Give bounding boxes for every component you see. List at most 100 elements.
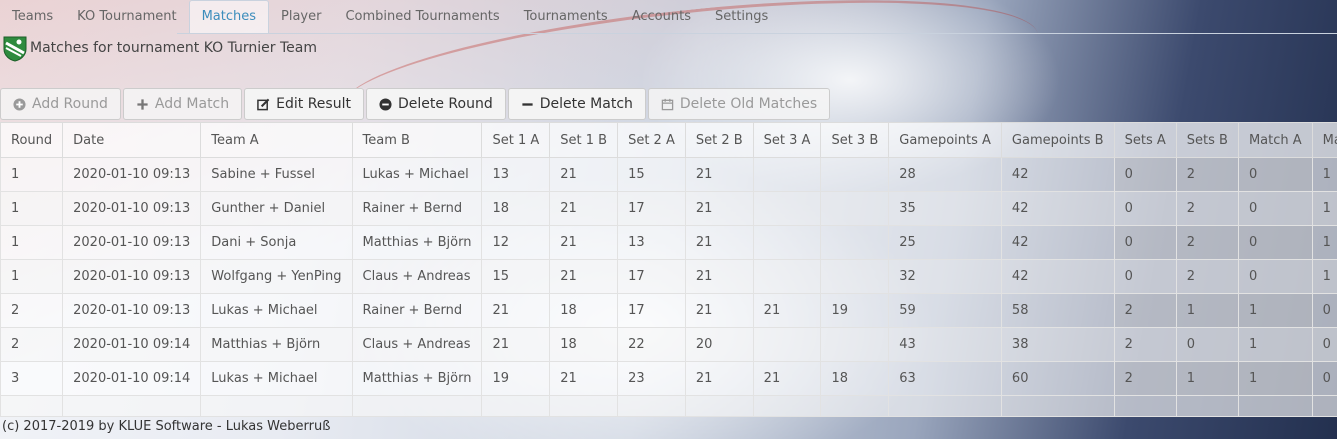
match-b-cell: 1 [1311, 157, 1337, 192]
round-cell: 1 [0, 191, 64, 226]
col-match-a[interactable]: Match A [1237, 122, 1313, 158]
match-a-cell: 1 [1237, 327, 1313, 362]
team-b-cell: Claus + Andreas [351, 259, 483, 294]
delete-old-matches-label: Delete Old Matches [679, 96, 818, 112]
delete-old-matches-button[interactable]: Delete Old Matches [647, 88, 831, 120]
table-header-row: Round Date Team A Team B Set 1 A Set 1 B… [0, 122, 1337, 158]
gamepoints-a-cell: 25 [888, 225, 1002, 260]
round-cell: 2 [0, 327, 64, 362]
table-row[interactable]: 1 2020-01-10 09:13 Dani + Sonja Matthias + … [0, 225, 1337, 260]
minus-circle-icon [379, 97, 392, 111]
col-sets-b[interactable]: Sets B [1175, 122, 1239, 158]
set2b-cell: 21 [684, 259, 754, 294]
table-row[interactable]: 1 2020-01-10 09:13 Gunther + Daniel Rainer … [0, 191, 1337, 226]
set2b-cell: 21 [684, 191, 754, 226]
gamepoints-a-cell: 43 [888, 327, 1002, 362]
gamepoints-a-cell: 63 [888, 361, 1002, 396]
table-row[interactable]: 1 2020-01-10 09:13 Sabine + Fussel Lukas + … [0, 157, 1337, 192]
table-row[interactable]: 2 2020-01-10 09:14 Matthias + Björn Claus +… [0, 327, 1337, 362]
delete-round-button[interactable]: Delete Round [365, 88, 506, 120]
set1b-cell: 21 [549, 191, 619, 226]
col-set3a[interactable]: Set 3 A [752, 122, 822, 158]
nav-settings[interactable]: Settings [703, 0, 780, 34]
delete-match-button[interactable]: Delete Match [507, 88, 646, 120]
match-b-cell: 1 [1311, 225, 1337, 260]
top-nav: Teams KO Tournament Matches Player Combi… [0, 0, 1337, 34]
set3a-cell [752, 191, 822, 226]
sets-a-cell: 2 [1113, 361, 1177, 396]
nav-accounts[interactable]: Accounts [620, 0, 703, 34]
col-sets-a[interactable]: Sets A [1113, 122, 1177, 158]
nav-tournaments[interactable]: Tournaments [512, 0, 620, 34]
set1a-cell: 19 [481, 361, 551, 396]
col-gamepoints-a[interactable]: Gamepoints A [888, 122, 1002, 158]
match-b-cell: 0 [1311, 327, 1337, 362]
team-b-cell: Matthias + Björn [351, 361, 483, 396]
team-b-cell: Matthias + Björn [351, 225, 483, 260]
set3b-cell: 18 [820, 361, 890, 396]
col-set1a[interactable]: Set 1 A [481, 122, 551, 158]
empty-cell [820, 395, 890, 417]
sets-a-cell: 2 [1113, 327, 1177, 362]
empty-cell [200, 395, 353, 417]
footer-copyright: (c) 2017-2019 by KLUE Software - Lukas W… [2, 419, 331, 434]
col-round[interactable]: Round [0, 122, 64, 158]
sets-b-cell: 1 [1175, 293, 1239, 328]
empty-cell [1113, 395, 1177, 417]
set1a-cell: 21 [481, 327, 551, 362]
nav-player[interactable]: Player [269, 0, 333, 34]
team-b-cell: Claus + Andreas [351, 327, 483, 362]
col-gamepoints-b[interactable]: Gamepoints B [1000, 122, 1115, 158]
sets-a-cell: 2 [1113, 293, 1177, 328]
set2a-cell: 17 [617, 191, 686, 226]
sets-b-cell: 2 [1175, 259, 1239, 294]
round-cell: 1 [0, 259, 64, 294]
set2a-cell: 13 [617, 225, 686, 260]
add-match-button[interactable]: Add Match [122, 88, 243, 120]
nav-combined-tournaments[interactable]: Combined Tournaments [333, 0, 511, 34]
set3b-cell [820, 191, 890, 226]
sets-b-cell: 1 [1175, 361, 1239, 396]
empty-cell [1311, 395, 1337, 417]
col-team-b[interactable]: Team B [351, 122, 483, 158]
add-round-button[interactable]: Add Round [0, 88, 121, 120]
sets-a-cell: 0 [1113, 259, 1177, 294]
edit-result-button[interactable]: Edit Result [244, 88, 364, 120]
col-set2a[interactable]: Set 2 A [617, 122, 686, 158]
col-set3b[interactable]: Set 3 B [820, 122, 890, 158]
col-set1b[interactable]: Set 1 B [549, 122, 619, 158]
match-a-cell: 1 [1237, 293, 1313, 328]
date-cell: 2020-01-10 09:14 [62, 327, 202, 362]
table-row[interactable]: 2 2020-01-10 09:13 Lukas + Michael Rainer +… [0, 293, 1337, 328]
plus-circle-icon [13, 97, 26, 111]
gamepoints-a-cell: 28 [888, 157, 1002, 192]
date-cell: 2020-01-10 09:13 [62, 225, 202, 260]
table-row[interactable]: 1 2020-01-10 09:13 Wolfgang + YenPing Claus… [0, 259, 1337, 294]
match-a-cell: 1 [1237, 361, 1313, 396]
round-cell: 1 [0, 157, 64, 192]
set1a-cell: 12 [481, 225, 551, 260]
col-date[interactable]: Date [62, 122, 202, 158]
sets-b-cell: 2 [1175, 225, 1239, 260]
team-a-cell: Wolfgang + YenPing [200, 259, 353, 294]
nav-ko-tournament[interactable]: KO Tournament [65, 0, 188, 34]
col-set2b[interactable]: Set 2 B [684, 122, 754, 158]
nav-teams[interactable]: Teams [0, 0, 65, 34]
date-cell: 2020-01-10 09:13 [62, 259, 202, 294]
nav-matches[interactable]: Matches [188, 0, 270, 34]
empty-cell [481, 395, 551, 417]
sets-b-cell: 0 [1175, 327, 1239, 362]
match-b-cell: 1 [1311, 191, 1337, 226]
col-match-b[interactable]: Match B [1311, 122, 1337, 158]
empty-cell [0, 395, 64, 417]
table-row[interactable]: 3 2020-01-10 09:14 Lukas + Michael Matthias… [0, 361, 1337, 396]
col-team-a[interactable]: Team A [200, 122, 353, 158]
add-round-label: Add Round [32, 96, 108, 112]
date-cell: 2020-01-10 09:13 [62, 191, 202, 226]
gamepoints-a-cell: 59 [888, 293, 1002, 328]
team-a-cell: Lukas + Michael [200, 361, 353, 396]
set2b-cell: 21 [684, 361, 754, 396]
set3b-cell [820, 259, 890, 294]
set1a-cell: 18 [481, 191, 551, 226]
set2a-cell: 17 [617, 259, 686, 294]
